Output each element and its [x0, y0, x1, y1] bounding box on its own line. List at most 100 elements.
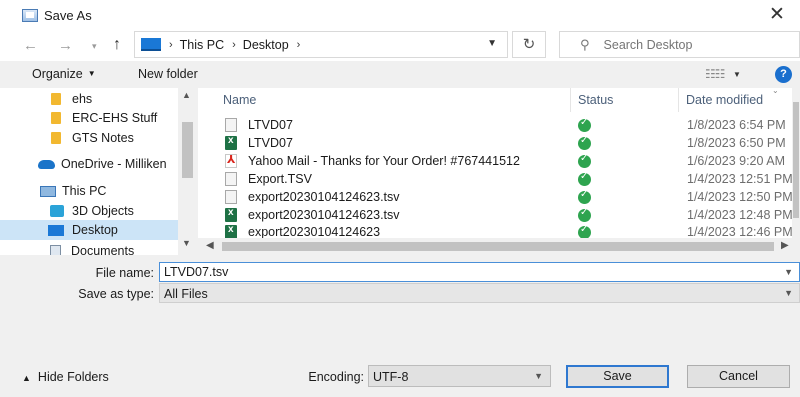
breadcrumb-separator-icon[interactable]: ›: [297, 39, 301, 51]
this-pc-icon: [40, 185, 56, 197]
excel-file-icon: [225, 135, 237, 150]
sidebar-item-desktop[interactable]: Desktop: [0, 220, 178, 240]
column-divider[interactable]: [570, 88, 571, 112]
refresh-button[interactable]: ↻: [512, 31, 546, 58]
scrollbar-thumb[interactable]: [222, 242, 774, 251]
chevron-down-icon: ▼: [87, 69, 96, 78]
save-as-type-value: All Files: [164, 287, 208, 301]
3d-objects-icon: [50, 205, 64, 217]
chevron-down-icon[interactable]: ▼: [534, 371, 543, 381]
address-bar[interactable]: › This PC › Desktop › ▼: [134, 31, 508, 58]
column-header-status[interactable]: Status: [578, 88, 613, 112]
file-name-combobox[interactable]: ▼: [159, 262, 800, 282]
command-toolbar: Organize ▼ New folder ☷☷ ▼ ?: [0, 61, 800, 88]
column-header-date-modified[interactable]: Date modified: [686, 88, 763, 112]
scroll-right-icon[interactable]: ▶: [781, 240, 789, 251]
hide-folders-label: Hide Folders: [37, 370, 109, 384]
view-options-icon[interactable]: ☷☷: [705, 67, 725, 81]
file-row[interactable]: LTVD07 1/8/2023 6:50 PM: [198, 134, 792, 152]
folder-icon: [51, 112, 61, 124]
search-box[interactable]: ⚲: [559, 31, 800, 58]
save-options-form: File name: ▼ Save as type: All Files ▼ ▲…: [0, 256, 800, 397]
address-history-chevron-down-icon[interactable]: ▼: [487, 38, 497, 49]
sidebar-item-erc-ehs-stuff[interactable]: ERC-EHS Stuff: [0, 108, 178, 128]
sidebar-item-ehs[interactable]: ehs: [0, 89, 178, 109]
sync-status-ok-icon: [578, 207, 591, 222]
breadcrumb-desktop[interactable]: Desktop: [243, 38, 289, 52]
recent-locations-chevron-icon[interactable]: ▾: [92, 41, 97, 52]
scroll-down-icon[interactable]: ▼: [182, 238, 191, 248]
sidebar-item-label: This PC: [62, 184, 107, 198]
scroll-left-icon[interactable]: ◀: [206, 240, 214, 251]
file-name: export20230104124623.tsv: [248, 190, 400, 204]
file-date-modified: 1/4/2023 12:48 PM: [687, 208, 793, 222]
sidebar-item-label: ERC-EHS Stuff: [72, 111, 158, 125]
scroll-up-icon[interactable]: ▲: [182, 90, 191, 100]
sidebar-item-onedrive[interactable]: OneDrive - Milliken: [0, 154, 178, 174]
generic-file-icon: [225, 118, 237, 132]
sidebar-item-label: ehs: [72, 92, 93, 106]
file-name-input[interactable]: [160, 263, 780, 281]
file-name: export20230104124623: [248, 225, 381, 239]
column-divider[interactable]: [678, 88, 679, 112]
file-list: Name Status Date modified ⌄ LTVD07 1/8/2…: [198, 88, 800, 255]
file-date-modified: 1/8/2023 6:54 PM: [687, 118, 786, 132]
file-name: LTVD07: [248, 118, 293, 132]
generic-file-icon: [225, 190, 237, 204]
sidebar-item-label: OneDrive - Milliken: [61, 157, 167, 171]
view-options-chevron-down-icon[interactable]: ▼: [733, 70, 741, 79]
desktop-icon: [48, 224, 64, 236]
sort-chevron-icon: ⌄: [772, 88, 779, 95]
sidebar-item-documents[interactable]: Documents: [0, 241, 178, 255]
cancel-button[interactable]: Cancel: [687, 365, 790, 388]
file-list-horizontal-scrollbar[interactable]: ◀ ▶: [198, 238, 800, 255]
folder-icon: [51, 132, 61, 144]
save-button[interactable]: Save: [566, 365, 669, 388]
sidebar-item-gts-notes[interactable]: GTS Notes: [0, 128, 178, 148]
file-name: LTVD07: [248, 136, 293, 150]
breadcrumb-this-pc[interactable]: This PC: [180, 38, 224, 52]
sync-status-ok-icon: [578, 117, 591, 132]
file-list-vertical-scrollbar[interactable]: [792, 88, 800, 238]
up-arrow-icon[interactable]: ↑: [113, 36, 121, 54]
search-input[interactable]: [603, 37, 784, 52]
file-row[interactable]: Yahoo Mail - Thanks for Your Order! #767…: [198, 152, 792, 170]
encoding-dropdown[interactable]: UTF-8 ▼: [368, 365, 551, 387]
breadcrumb-separator-icon: ›: [232, 38, 236, 51]
save-as-type-dropdown[interactable]: All Files ▼: [159, 283, 800, 303]
navigation-pane-scrollbar[interactable]: ▲ ▼: [178, 88, 197, 255]
pdf-file-icon: [225, 153, 237, 168]
file-row[interactable]: export20230104124623.tsv 1/4/2023 12:50 …: [198, 188, 793, 206]
documents-icon: [50, 244, 61, 255]
scrollbar-thumb[interactable]: [793, 102, 799, 218]
new-folder-button[interactable]: New folder: [138, 67, 198, 81]
column-header-name[interactable]: Name: [223, 88, 256, 112]
sidebar-item-this-pc[interactable]: This PC: [0, 181, 178, 201]
sidebar-item-label: Desktop: [72, 223, 118, 237]
scrollbar-thumb[interactable]: [182, 122, 193, 178]
hide-folders-button[interactable]: ▲ Hide Folders: [22, 370, 109, 384]
help-icon[interactable]: ?: [775, 66, 792, 83]
sync-status-ok-icon: [578, 189, 591, 204]
sidebar-item-3d-objects[interactable]: 3D Objects: [0, 201, 178, 221]
chevron-up-icon: ▲: [22, 373, 31, 383]
file-date-modified: 1/4/2023 12:46 PM: [687, 225, 793, 239]
navigation-pane: ehs ERC-EHS Stuff GTS Notes OneDrive - M…: [0, 88, 197, 255]
sidebar-item-label: GTS Notes: [72, 131, 134, 145]
organize-button[interactable]: Organize ▼: [32, 67, 96, 81]
this-pc-icon: [141, 38, 161, 51]
file-row[interactable]: Export.TSV 1/4/2023 12:51 PM: [198, 170, 793, 188]
file-row[interactable]: export20230104124623.tsv 1/4/2023 12:48 …: [198, 206, 793, 224]
generic-file-icon: [225, 172, 237, 186]
file-row[interactable]: LTVD07 1/8/2023 6:54 PM: [198, 116, 792, 134]
close-icon[interactable]: ✕: [766, 4, 788, 26]
back-arrow-icon[interactable]: ←: [23, 37, 38, 54]
excel-file-icon: [225, 207, 237, 222]
forward-arrow-icon[interactable]: →: [58, 37, 73, 54]
chevron-down-icon[interactable]: ▼: [784, 288, 793, 298]
organize-label: Organize: [32, 67, 83, 81]
onedrive-icon: [38, 159, 55, 169]
folder-icon: [51, 93, 61, 105]
chevron-down-icon[interactable]: ▼: [784, 267, 793, 277]
window-title: Save As: [44, 8, 92, 23]
